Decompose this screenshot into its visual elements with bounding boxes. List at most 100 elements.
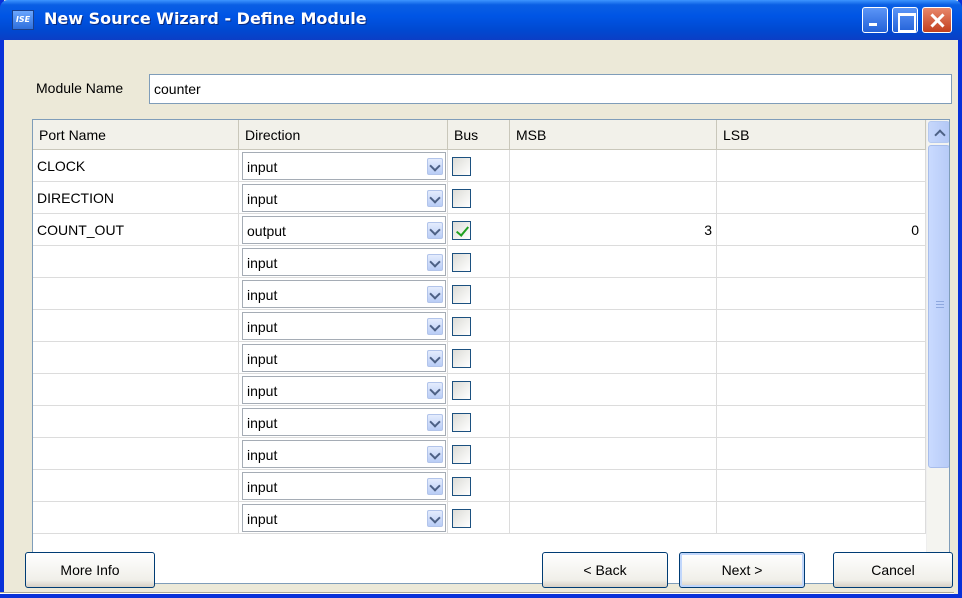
chevron-down-icon[interactable] <box>427 382 443 399</box>
lsb-cell[interactable] <box>717 374 926 406</box>
minimize-button[interactable] <box>862 7 888 33</box>
header-direction[interactable]: Direction <box>239 120 448 150</box>
port-grid: Port Name Direction Bus MSB LSB CLOCK inp… <box>32 119 950 584</box>
bus-checkbox[interactable] <box>452 445 471 464</box>
msb-cell[interactable] <box>510 438 717 470</box>
more-info-button[interactable]: More Info <box>25 552 155 588</box>
port-name-cell[interactable] <box>33 502 239 534</box>
table-row: COUNT_OUT output 3 0 <box>33 214 926 246</box>
lsb-cell[interactable] <box>717 182 926 214</box>
direction-value: input <box>247 383 278 399</box>
msb-cell[interactable] <box>510 246 717 278</box>
lsb-cell[interactable] <box>717 502 926 534</box>
bus-checkbox[interactable] <box>452 285 471 304</box>
chevron-down-icon[interactable] <box>427 414 443 431</box>
lsb-cell[interactable] <box>717 438 926 470</box>
module-name-input[interactable] <box>149 74 952 104</box>
direction-select[interactable]: input <box>242 152 446 180</box>
lsb-cell[interactable] <box>717 310 926 342</box>
port-name-cell[interactable] <box>33 246 239 278</box>
bus-checkbox[interactable] <box>452 349 471 368</box>
lsb-cell[interactable] <box>717 342 926 374</box>
next-button[interactable]: Next > <box>679 552 805 588</box>
port-name-cell[interactable] <box>33 406 239 438</box>
bus-checkbox[interactable] <box>452 509 471 528</box>
direction-cell: input <box>239 406 448 438</box>
back-button[interactable]: < Back <box>542 552 668 588</box>
lsb-cell[interactable] <box>717 150 926 182</box>
port-name-cell[interactable] <box>33 310 239 342</box>
bus-checkbox[interactable] <box>452 477 471 496</box>
msb-cell[interactable] <box>510 310 717 342</box>
direction-select[interactable]: input <box>242 408 446 436</box>
header-bus[interactable]: Bus <box>448 120 510 150</box>
port-name-cell[interactable]: COUNT_OUT <box>33 214 239 246</box>
lsb-cell[interactable] <box>717 278 926 310</box>
close-button[interactable] <box>922 7 952 33</box>
chevron-down-icon[interactable] <box>427 254 443 271</box>
msb-cell[interactable] <box>510 150 717 182</box>
vertical-scrollbar[interactable] <box>926 120 949 583</box>
direction-select[interactable]: input <box>242 312 446 340</box>
msb-cell[interactable] <box>510 182 717 214</box>
bus-checkbox[interactable] <box>452 317 471 336</box>
direction-select[interactable]: input <box>242 280 446 308</box>
window-title: New Source Wizard - Define Module <box>44 9 367 28</box>
msb-cell[interactable]: 3 <box>510 214 717 246</box>
bus-checkbox[interactable] <box>452 253 471 272</box>
lsb-cell[interactable] <box>717 470 926 502</box>
chevron-down-icon[interactable] <box>427 510 443 527</box>
chevron-down-icon[interactable] <box>427 478 443 495</box>
title-bar[interactable]: ISE New Source Wizard - Define Module <box>0 0 962 40</box>
lsb-cell[interactable]: 0 <box>717 214 926 246</box>
chevron-down-icon[interactable] <box>427 222 443 239</box>
table-row: input <box>33 502 926 534</box>
bus-checkbox[interactable] <box>452 189 471 208</box>
chevron-down-icon[interactable] <box>427 286 443 303</box>
chevron-down-icon[interactable] <box>427 318 443 335</box>
msb-cell[interactable] <box>510 406 717 438</box>
lsb-cell[interactable] <box>717 406 926 438</box>
header-lsb[interactable]: LSB <box>717 120 926 150</box>
port-name-cell[interactable] <box>33 470 239 502</box>
direction-select[interactable]: input <box>242 504 446 532</box>
header-msb[interactable]: MSB <box>510 120 717 150</box>
lsb-cell[interactable] <box>717 246 926 278</box>
msb-cell[interactable] <box>510 342 717 374</box>
maximize-button[interactable] <box>892 7 918 33</box>
msb-cell[interactable] <box>510 502 717 534</box>
direction-cell: input <box>239 342 448 374</box>
chevron-down-icon[interactable] <box>427 350 443 367</box>
port-name-cell[interactable] <box>33 342 239 374</box>
scroll-up-arrow-icon[interactable] <box>928 121 949 143</box>
bus-checkbox[interactable] <box>452 381 471 400</box>
ise-app-icon: ISE <box>12 10 34 30</box>
direction-value: input <box>247 351 278 367</box>
msb-cell[interactable] <box>510 278 717 310</box>
direction-select[interactable]: input <box>242 440 446 468</box>
msb-cell[interactable] <box>510 470 717 502</box>
port-name-cell[interactable]: DIRECTION <box>33 182 239 214</box>
chevron-down-icon[interactable] <box>427 446 443 463</box>
direction-cell: input <box>239 470 448 502</box>
direction-select[interactable]: input <box>242 184 446 212</box>
direction-select[interactable]: input <box>242 376 446 404</box>
header-port-name[interactable]: Port Name <box>33 120 239 150</box>
port-name-cell[interactable] <box>33 278 239 310</box>
direction-cell: input <box>239 278 448 310</box>
bus-checkbox[interactable] <box>452 157 471 176</box>
scroll-thumb[interactable] <box>928 145 949 468</box>
chevron-down-icon[interactable] <box>427 190 443 207</box>
chevron-down-icon[interactable] <box>427 158 443 175</box>
cancel-button[interactable]: Cancel <box>833 552 953 588</box>
msb-cell[interactable] <box>510 374 717 406</box>
port-name-cell[interactable] <box>33 438 239 470</box>
bus-checkbox[interactable] <box>452 413 471 432</box>
direction-select[interactable]: input <box>242 248 446 276</box>
direction-select[interactable]: input <box>242 472 446 500</box>
bus-checkbox[interactable] <box>452 221 471 240</box>
direction-select[interactable]: input <box>242 344 446 372</box>
port-name-cell[interactable]: CLOCK <box>33 150 239 182</box>
port-name-cell[interactable] <box>33 374 239 406</box>
direction-select[interactable]: output <box>242 216 446 244</box>
